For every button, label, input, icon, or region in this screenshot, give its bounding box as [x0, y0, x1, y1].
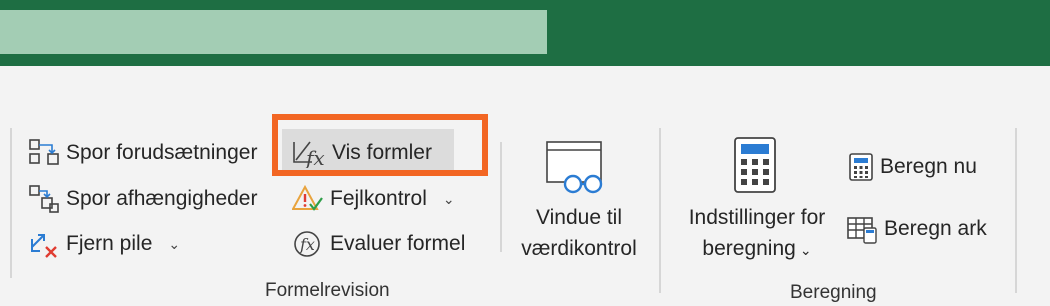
remove-arrows-button[interactable]: Fjern pile ⌄	[28, 229, 180, 259]
calculate-now-label: Beregn nu	[880, 155, 977, 178]
group-separator	[1015, 128, 1017, 293]
chevron-down-icon: ⌄	[799, 242, 812, 258]
chevron-down-icon[interactable]: ⌄	[168, 236, 180, 253]
title-bar	[0, 0, 1050, 66]
chevron-down-icon[interactable]: ⌄	[443, 191, 455, 208]
trace-precedents-icon	[28, 138, 60, 168]
watch-window-button[interactable]: Vindue til værdikontrol	[505, 202, 653, 264]
watch-window-label-line2: værdikontrol	[521, 237, 637, 260]
trace-precedents-label: Spor forudsætninger	[66, 141, 258, 164]
watch-window-icon[interactable]	[545, 140, 607, 196]
evaluate-formula-button[interactable]: fx Evaluer formel	[292, 229, 465, 259]
remove-arrows-label: Fjern pile	[66, 232, 153, 255]
trace-dependents-icon	[28, 184, 60, 214]
calculation-options-label-line1: Indstillinger for	[688, 206, 826, 229]
svg-text:fx: fx	[299, 235, 315, 254]
calculation-options-label-line2: beregning	[702, 237, 796, 260]
calculate-sheet-button[interactable]: Beregn ark	[846, 214, 987, 244]
calculator-icon[interactable]	[733, 136, 777, 194]
calculator-small-icon	[848, 152, 874, 182]
calculate-sheet-label: Beregn ark	[884, 217, 987, 240]
evaluate-formula-label: Evaluer formel	[330, 232, 466, 255]
group-label-calculation: Beregning	[790, 282, 877, 303]
trace-dependents-label: Spor afhængigheder	[66, 187, 258, 210]
evaluate-formula-icon: fx	[292, 229, 324, 259]
watch-window-label-line1: Vindue til	[535, 206, 622, 229]
group-label-formula-auditing: Formelrevision	[265, 280, 390, 301]
error-checking-icon	[292, 184, 324, 214]
error-checking-button[interactable]: Fejlkontrol ⌄	[292, 184, 455, 214]
calc-sheet-icon	[846, 214, 878, 244]
group-separator	[10, 128, 12, 278]
error-checking-label: Fejlkontrol	[330, 187, 427, 210]
trace-precedents-button[interactable]: Spor forudsætninger	[28, 138, 257, 168]
group-separator	[500, 142, 502, 252]
search-bar[interactable]	[0, 10, 547, 54]
calculate-now-button[interactable]: Beregn nu	[848, 152, 977, 182]
highlight-box	[272, 114, 488, 176]
trace-dependents-button[interactable]: Spor afhængigheder	[28, 184, 257, 214]
remove-arrows-icon	[28, 229, 60, 259]
group-separator	[659, 128, 661, 293]
calculation-options-button[interactable]: Indstillinger for beregning ⌄	[672, 202, 842, 266]
